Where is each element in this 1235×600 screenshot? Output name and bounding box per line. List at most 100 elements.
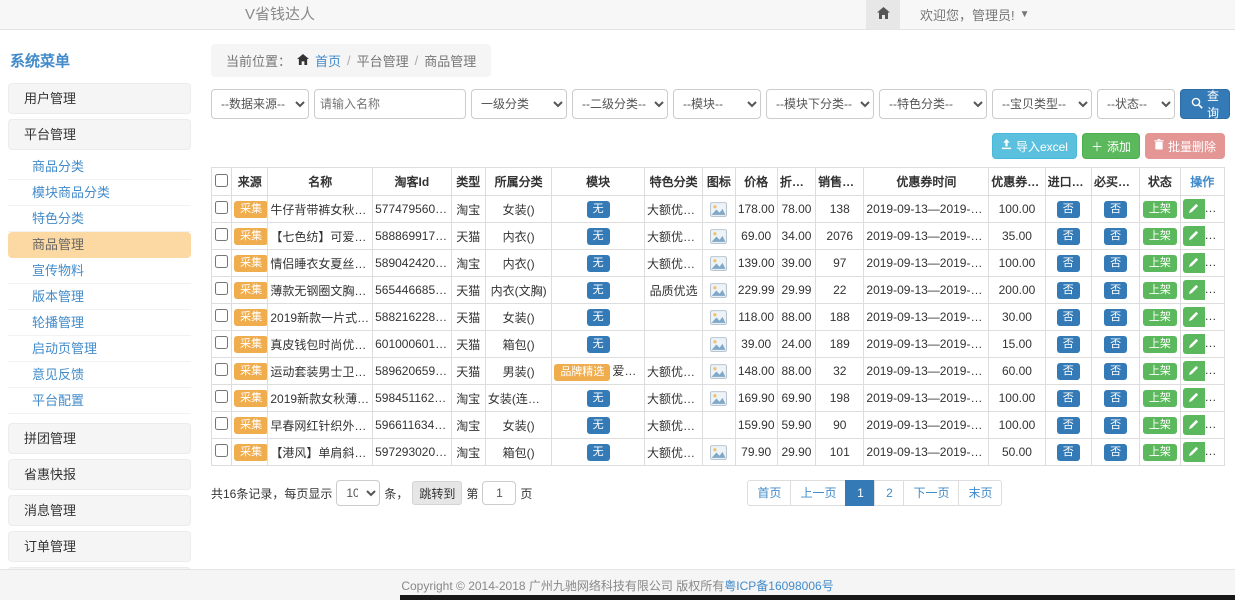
level1-category-select[interactable]: 一级分类 xyxy=(471,89,567,119)
row-checkbox[interactable] xyxy=(215,282,228,295)
page-prev[interactable]: 上一页 xyxy=(790,480,846,506)
sidebar-item[interactable]: 商品管理 xyxy=(8,232,191,258)
item-type-select[interactable]: --宝贝类型-- xyxy=(992,89,1092,119)
import-select-toggle[interactable]: 否 xyxy=(1057,228,1080,245)
import-select-toggle[interactable]: 否 xyxy=(1057,255,1080,272)
sidebar-item[interactable]: 轮播管理 xyxy=(8,310,191,336)
table-row: 采集真皮钱包时尚优雅女士...601000601341天猫箱包()无39.002… xyxy=(212,331,1225,358)
per-page-select[interactable]: 10 xyxy=(336,480,380,506)
module-badge: 无 xyxy=(587,417,610,434)
sidebar-item[interactable]: 意见反馈 xyxy=(8,362,191,388)
sidebar-item[interactable]: 平台配置 xyxy=(8,388,191,414)
edit-button[interactable] xyxy=(1183,307,1205,327)
page-next[interactable]: 下一页 xyxy=(903,480,959,506)
status-badge[interactable]: 上架 xyxy=(1143,282,1177,299)
sidebar-menu-heading[interactable]: 订单管理 xyxy=(8,531,191,562)
source-cell: 采集 xyxy=(232,277,268,304)
edit-button[interactable] xyxy=(1183,199,1205,219)
user-menu[interactable]: 欢迎您，管理员! ▼ xyxy=(900,0,1030,29)
edit-button[interactable] xyxy=(1183,280,1205,300)
status-badge[interactable]: 上架 xyxy=(1143,201,1177,218)
module-subcategory-select[interactable]: --模块下分类-- xyxy=(766,89,874,119)
edit-button[interactable] xyxy=(1183,334,1205,354)
import-select-toggle[interactable]: 否 xyxy=(1057,282,1080,299)
sidebar-menu-heading[interactable]: 省惠快报 xyxy=(8,459,191,490)
add-button[interactable]: ＋ 添加 xyxy=(1082,133,1140,159)
must-buy-toggle[interactable]: 否 xyxy=(1104,336,1127,353)
edit-button[interactable] xyxy=(1183,361,1205,381)
level2-category-select[interactable]: --二级分类-- xyxy=(572,89,668,119)
must-buy-toggle[interactable]: 否 xyxy=(1104,444,1127,461)
sidebar-menu-heading[interactable]: 用户管理 xyxy=(8,83,191,114)
edit-button[interactable] xyxy=(1183,253,1205,273)
must-buy-toggle[interactable]: 否 xyxy=(1104,363,1127,380)
sidebar-item[interactable]: 模块商品分类 xyxy=(8,180,191,206)
row-checkbox[interactable] xyxy=(215,255,228,268)
data-source-select[interactable]: --数据来源-- xyxy=(211,89,309,119)
must-buy-toggle[interactable]: 否 xyxy=(1104,201,1127,218)
status-badge[interactable]: 上架 xyxy=(1143,390,1177,407)
page-first[interactable]: 首页 xyxy=(747,480,791,506)
name-input[interactable] xyxy=(314,89,466,119)
import-select-toggle[interactable]: 否 xyxy=(1057,363,1080,380)
row-checkbox[interactable] xyxy=(215,201,228,214)
row-checkbox[interactable] xyxy=(215,336,228,349)
module-select[interactable]: --模块-- xyxy=(673,89,761,119)
import-select-toggle[interactable]: 否 xyxy=(1057,201,1080,218)
sidebar-item[interactable]: 宣传物料 xyxy=(8,258,191,284)
edit-button[interactable] xyxy=(1183,442,1205,462)
column-header: 优惠券金额 xyxy=(989,168,1045,196)
taoke-id: 588869917501 xyxy=(373,223,452,250)
row-checkbox[interactable] xyxy=(215,363,228,376)
status-select[interactable]: --状态-- xyxy=(1097,89,1175,119)
query-button[interactable]: 查询 xyxy=(1180,89,1230,119)
must-buy-toggle[interactable]: 否 xyxy=(1104,255,1127,272)
status-badge[interactable]: 上架 xyxy=(1143,363,1177,380)
row-checkbox[interactable] xyxy=(215,417,228,430)
icp-link[interactable]: 粤ICP备16098006号 xyxy=(724,577,833,594)
import-select-toggle[interactable]: 否 xyxy=(1057,336,1080,353)
sidebar-menu-heading[interactable]: 消息管理 xyxy=(8,495,191,526)
page-number[interactable]: 1 xyxy=(845,480,875,506)
row-checkbox[interactable] xyxy=(215,390,228,403)
must-buy-toggle[interactable]: 否 xyxy=(1104,282,1127,299)
edit-button[interactable] xyxy=(1183,226,1205,246)
feature-category: 大额优惠券 xyxy=(644,250,702,277)
must-buy-toggle[interactable]: 否 xyxy=(1104,228,1127,245)
sidebar-item[interactable]: 商品分类 xyxy=(8,154,191,180)
status-badge[interactable]: 上架 xyxy=(1143,417,1177,434)
status-badge[interactable]: 上架 xyxy=(1143,309,1177,326)
page-number[interactable]: 2 xyxy=(874,480,904,506)
query-button-label: 查询 xyxy=(1207,87,1219,121)
row-checkbox[interactable] xyxy=(215,309,228,322)
must-buy-toggle[interactable]: 否 xyxy=(1104,390,1127,407)
sidebar-item[interactable]: 特色分类 xyxy=(8,206,191,232)
sidebar-menu-heading[interactable]: 拼团管理 xyxy=(8,423,191,454)
breadcrumb-home-link[interactable]: 首页 xyxy=(315,51,341,70)
status-badge[interactable]: 上架 xyxy=(1143,444,1177,461)
home-shortcut-button[interactable] xyxy=(866,0,900,29)
jump-button[interactable]: 跳转到 xyxy=(412,481,462,505)
import-excel-button[interactable]: 导入excel xyxy=(992,133,1077,159)
import-select-toggle[interactable]: 否 xyxy=(1057,390,1080,407)
status-badge[interactable]: 上架 xyxy=(1143,255,1177,272)
select-all-checkbox[interactable] xyxy=(215,174,228,187)
status-badge[interactable]: 上架 xyxy=(1143,228,1177,245)
must-buy-toggle[interactable]: 否 xyxy=(1104,417,1127,434)
import-select-toggle[interactable]: 否 xyxy=(1057,444,1080,461)
must-buy-toggle[interactable]: 否 xyxy=(1104,309,1127,326)
import-select-toggle[interactable]: 否 xyxy=(1057,417,1080,434)
edit-button[interactable] xyxy=(1183,388,1205,408)
status-badge[interactable]: 上架 xyxy=(1143,336,1177,353)
sidebar-item[interactable]: 启动页管理 xyxy=(8,336,191,362)
import-select-toggle[interactable]: 否 xyxy=(1057,309,1080,326)
sidebar-item[interactable]: 版本管理 xyxy=(8,284,191,310)
row-checkbox[interactable] xyxy=(215,444,228,457)
page-last[interactable]: 末页 xyxy=(958,480,1002,506)
sidebar-menu-heading[interactable]: 平台管理 xyxy=(8,119,191,150)
feature-category-select[interactable]: --特色分类-- xyxy=(879,89,987,119)
batch-delete-button[interactable]: 批量删除 xyxy=(1145,133,1225,159)
edit-button[interactable] xyxy=(1183,415,1205,435)
jump-page-input[interactable] xyxy=(482,481,516,505)
row-checkbox[interactable] xyxy=(215,228,228,241)
